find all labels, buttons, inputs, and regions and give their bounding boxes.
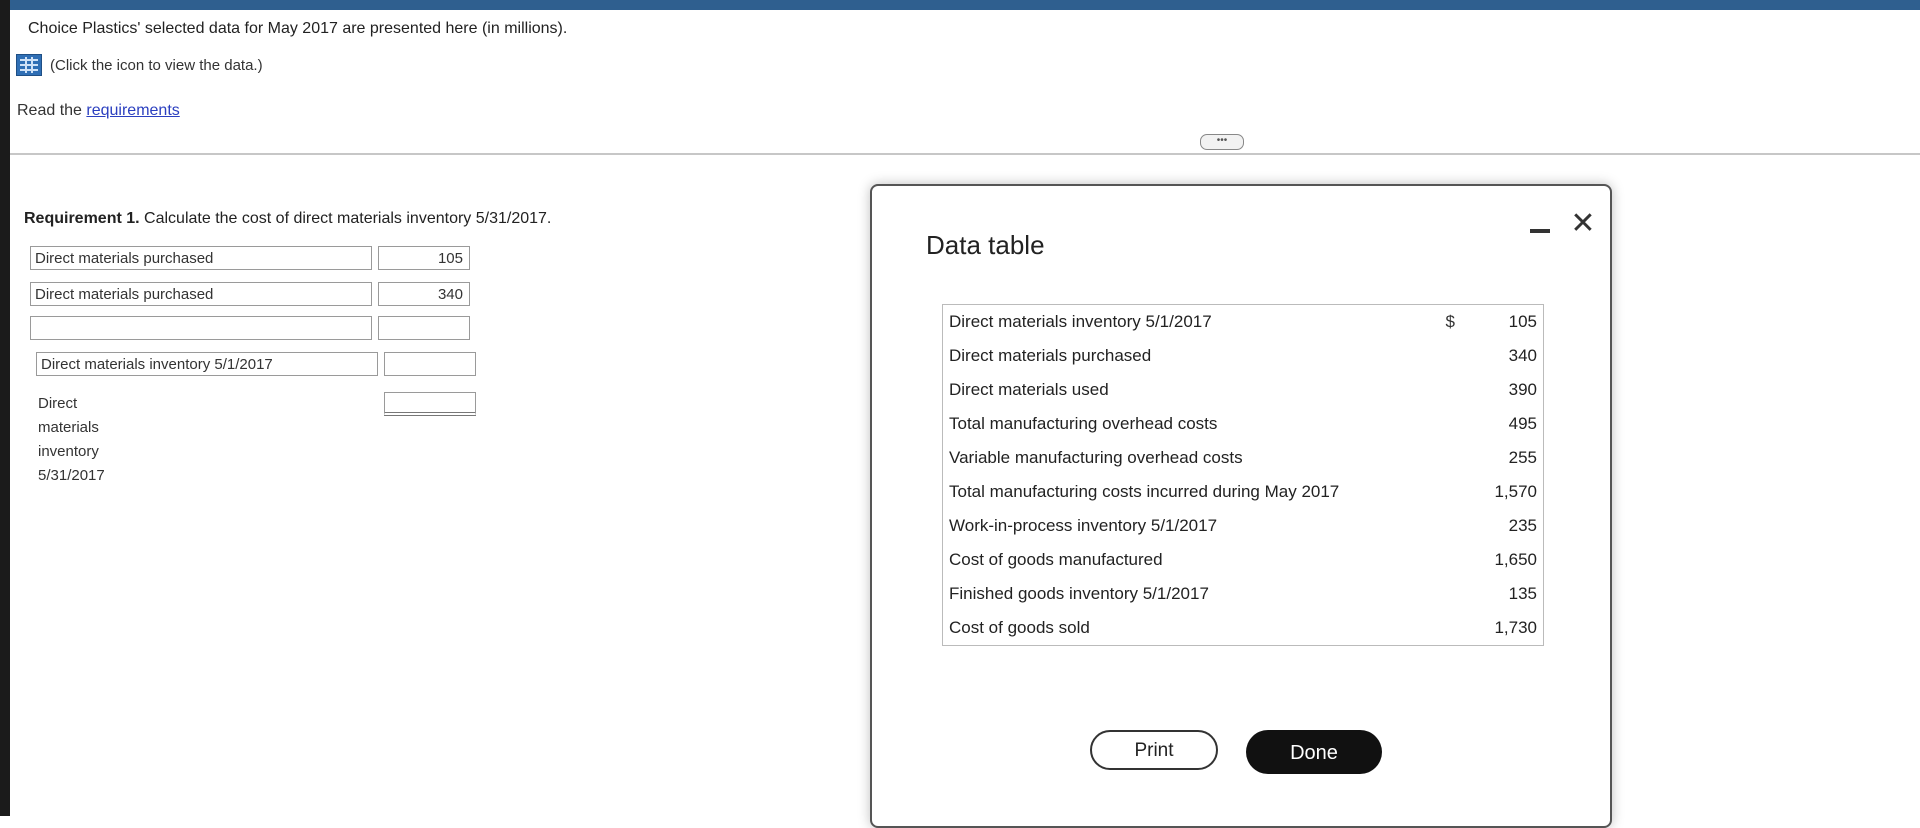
row-label: Total manufacturing costs incurred durin… xyxy=(949,482,1340,501)
row-value: 1,650 xyxy=(1494,550,1537,569)
row-value: 135 xyxy=(1508,584,1537,603)
table-row: Cost of goods manufactured 1,650 xyxy=(943,543,1543,577)
read-prefix: Read the xyxy=(17,102,87,119)
row-value: 255 xyxy=(1508,448,1537,467)
requirement-1-text: Calculate the cost of direct materials i… xyxy=(139,210,552,227)
answer-row-2-label[interactable]: Direct materials purchased xyxy=(30,282,372,306)
row-value: 235 xyxy=(1508,516,1537,535)
answer-row-1-value[interactable]: 105 xyxy=(378,246,470,270)
table-row: Finished goods inventory 5/1/2017 135 xyxy=(943,577,1543,611)
table-row: Total manufacturing costs incurred durin… xyxy=(943,475,1543,509)
table-row: Direct materials purchased 340 xyxy=(943,339,1543,373)
expand-more-button[interactable]: ••• xyxy=(1200,134,1244,150)
table-row: Direct materials used 390 xyxy=(943,373,1543,407)
data-table-dialog: Data table ✕ Direct materials inventory … xyxy=(870,184,1612,828)
row-label: Variable manufacturing overhead costs xyxy=(949,448,1243,467)
currency-symbol: $ xyxy=(1445,312,1455,331)
table-row: Variable manufacturing overhead costs 25… xyxy=(943,441,1543,475)
row-label: Direct materials purchased xyxy=(949,346,1152,365)
table-row: Total manufacturing overhead costs 495 xyxy=(943,407,1543,441)
answer-row-3-value[interactable] xyxy=(378,316,470,340)
row-value: 1,570 xyxy=(1494,482,1537,501)
dialog-title: Data table xyxy=(926,230,1045,260)
top-bar xyxy=(0,0,1920,10)
row-label: Direct materials used xyxy=(949,380,1109,399)
requirement-1-title: Requirement 1. Calculate the cost of dir… xyxy=(24,210,551,228)
row-value: 340 xyxy=(1508,346,1537,365)
done-button[interactable]: Done xyxy=(1246,730,1382,774)
data-table: Direct materials inventory 5/1/2017 $ 10… xyxy=(942,304,1544,646)
minimize-icon[interactable] xyxy=(1528,218,1552,242)
answer-row-5-value[interactable] xyxy=(384,392,476,416)
row-label: Cost of goods manufactured xyxy=(949,550,1163,569)
row-label: Total manufacturing overhead costs xyxy=(949,414,1218,433)
row-value: 495 xyxy=(1508,414,1537,433)
answer-row-1-label[interactable]: Direct materials purchased xyxy=(30,246,372,270)
intro-text: Choice Plastics' selected data for May 2… xyxy=(28,20,568,37)
view-data-link[interactable]: (Click the icon to view the data.) xyxy=(16,54,263,76)
print-button[interactable]: Print xyxy=(1090,730,1218,770)
requirements-link[interactable]: requirements xyxy=(86,102,179,119)
answer-row-2-value[interactable]: 340 xyxy=(378,282,470,306)
close-icon[interactable]: ✕ xyxy=(1569,209,1597,239)
data-table-icon[interactable] xyxy=(16,54,42,76)
row-value: 1,730 xyxy=(1494,618,1537,637)
table-row: Direct materials inventory 5/1/2017 $ 10… xyxy=(943,305,1543,339)
answer-row-3-label[interactable] xyxy=(30,316,372,340)
section-divider xyxy=(10,153,1920,155)
read-requirements: Read the requirements xyxy=(17,102,180,120)
left-edge xyxy=(0,0,10,816)
answer-row-4-label[interactable]: Direct materials inventory 5/1/2017 xyxy=(36,352,378,376)
row-value: 390 xyxy=(1508,380,1537,399)
row-value: 105 xyxy=(1508,312,1537,331)
row-label: Cost of goods sold xyxy=(949,618,1090,637)
view-data-text: (Click the icon to view the data.) xyxy=(50,56,263,74)
answer-row-5-label: Direct materials inventory 5/31/2017 xyxy=(38,395,105,484)
row-label: Work-in-process inventory 5/1/2017 xyxy=(949,516,1218,535)
table-row: Cost of goods sold 1,730 xyxy=(943,611,1543,645)
row-label: Direct materials inventory 5/1/2017 xyxy=(949,312,1212,331)
answer-row-4-value[interactable] xyxy=(384,352,476,376)
requirement-1-label: Requirement 1. xyxy=(24,210,140,227)
row-label: Finished goods inventory 5/1/2017 xyxy=(949,584,1209,603)
table-row: Work-in-process inventory 5/1/2017 235 xyxy=(943,509,1543,543)
